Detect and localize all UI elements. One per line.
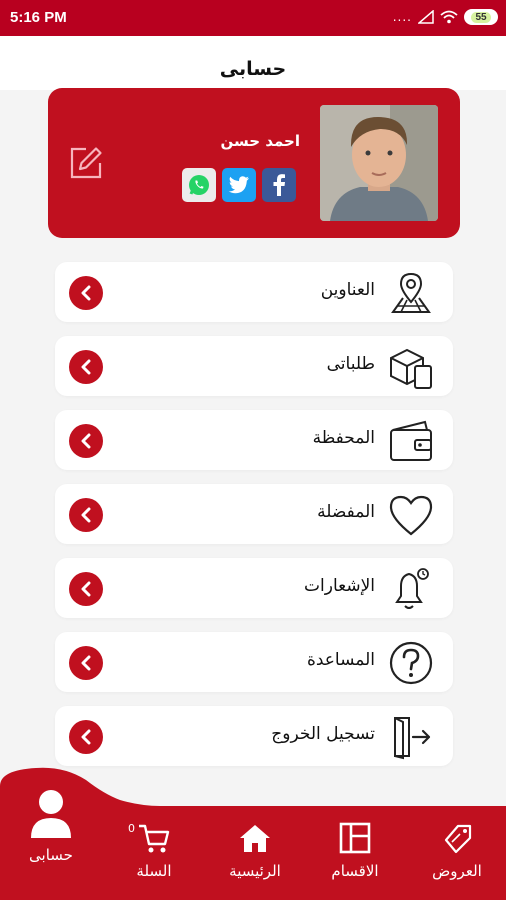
menu-item-addresses[interactable]: العناوين [55,262,453,322]
sale-tag-icon [444,824,472,854]
chevron-left-icon [69,498,103,532]
status-time: 5:16 PM [10,9,67,26]
page-title: حسابى [219,58,287,80]
menu-item-label: المساعدة [306,650,375,670]
nav-offers-label: العروض [432,862,482,880]
menu-item-favorites[interactable]: المفضلة [55,484,453,544]
nav-home-label: الرئيسية [229,862,281,880]
nav-categories-label: الاقسام [331,862,379,880]
heart-icon [387,492,435,538]
wallet-icon [387,418,435,464]
bell-icon [387,566,435,612]
status-icons: .... 55 [393,9,498,25]
menu-item-label: المفضلة [317,502,375,522]
help-icon [387,640,435,686]
chevron-left-icon [69,720,103,754]
menu-item-logout[interactable]: تسجيل الخروج [55,706,453,766]
nav-categories[interactable]: الاقسام [322,822,388,880]
nav-offers[interactable]: العروض [424,822,490,880]
chevron-left-icon [69,646,103,680]
menu-item-label: الإشعارات [304,576,375,596]
menu-item-help[interactable]: المساعدة [55,632,453,692]
nav-home[interactable]: الرئيسية [220,822,290,880]
cart-icon [139,824,170,853]
account-menu: العناوين طلباتى المحفظة المفضلة الإشعارا… [55,262,453,780]
battery-level: 55 [471,11,491,23]
logout-icon [387,714,435,760]
status-bar: 5:16 PM .... 55 [0,0,506,36]
twitter-icon [228,176,249,194]
nav-cart-label: السلة [136,862,172,880]
facebook-button[interactable] [262,168,296,202]
edit-icon [70,147,102,179]
menu-item-wallet[interactable]: المحفظة [55,410,453,470]
nav-account-label: حسابى [29,846,73,864]
twitter-button[interactable] [222,168,256,202]
menu-item-label: المحفظة [312,428,375,448]
categories-icon [339,822,371,854]
menu-item-orders[interactable]: طلباتى [55,336,453,396]
home-icon [240,825,270,852]
bottom-navigation: حسابى 0 السلة الرئيسية الاقسام العروض [0,760,506,900]
app-bar: حسابى [0,36,506,90]
profile-photo [320,105,438,221]
chevron-left-icon [69,572,103,606]
chevron-left-icon [69,424,103,458]
menu-item-notifications[interactable]: الإشعارات [55,558,453,618]
person-photo-icon [320,105,438,221]
signal-icon [418,10,434,24]
whatsapp-button[interactable] [182,168,216,202]
map-pin-icon [387,270,435,316]
nav-account[interactable]: حسابى [18,788,84,864]
menu-item-label: العناوين [320,280,375,300]
menu-item-label: تسجيل الخروج [271,724,375,744]
notification-dots: .... [392,10,412,24]
social-links [182,168,296,202]
wifi-icon [440,10,458,24]
whatsapp-icon [189,175,209,195]
facebook-icon [273,174,285,196]
nav-cart[interactable]: 0 السلة [124,822,184,880]
battery-icon: 55 [464,9,498,25]
chevron-left-icon [69,276,103,310]
cart-count-badge: 0 [128,822,135,835]
edit-profile-button[interactable] [66,143,106,183]
profile-card: احمد حسن [48,88,460,238]
menu-item-label: طلباتى [326,354,375,374]
chevron-left-icon [69,350,103,384]
user-icon [31,790,71,838]
boxes-icon [387,344,435,390]
user-name: احمد حسن [220,132,300,150]
